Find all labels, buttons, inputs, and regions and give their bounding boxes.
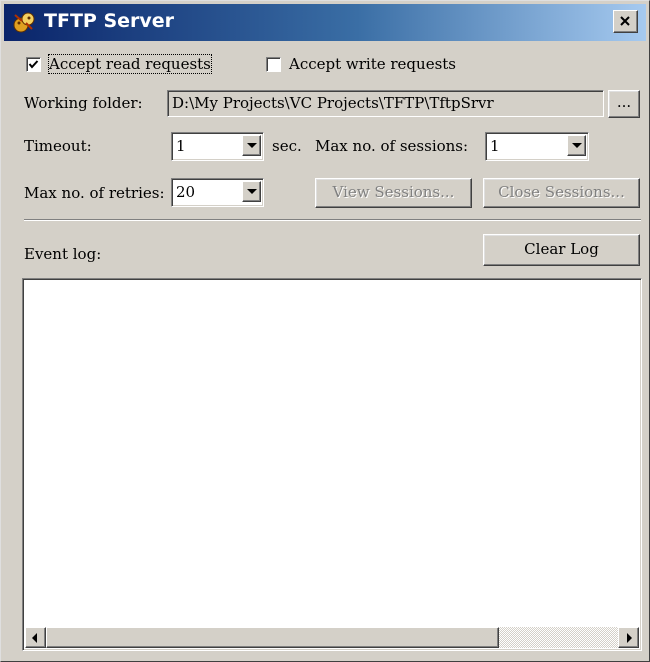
close-sessions-button[interactable]: Close Sessions... — [483, 178, 640, 208]
timeout-combo[interactable]: 1 — [171, 132, 264, 161]
scrollbar-thumb[interactable] — [46, 627, 499, 648]
max-retries-combo[interactable]: 20 — [171, 178, 264, 207]
view-sessions-button[interactable]: View Sessions... — [315, 178, 472, 208]
timeout-dropdown-button[interactable] — [242, 135, 261, 156]
working-folder-field[interactable]: D:\My Projects\VC Projects\TFTP\TftpSrvr — [167, 90, 604, 117]
max-sessions-dropdown-button[interactable] — [567, 135, 586, 156]
timeout-unit: sec. — [272, 137, 302, 155]
chevron-down-icon — [247, 189, 257, 194]
working-folder-label: Working folder: — [24, 94, 143, 112]
clear-log-button[interactable]: Clear Log — [483, 234, 640, 266]
working-folder-value: D:\My Projects\VC Projects\TFTP\TftpSrvr — [172, 94, 494, 112]
tftp-server-window: TFTP Server Accept read requests Accept … — [0, 0, 650, 662]
browse-folder-button[interactable]: ... — [608, 90, 640, 118]
arrow-right-icon — [627, 633, 632, 643]
scroll-right-button[interactable] — [618, 627, 639, 648]
scroll-left-button[interactable] — [25, 627, 46, 648]
scrollbar-track[interactable] — [46, 627, 618, 648]
event-log-list[interactable] — [22, 278, 642, 651]
chevron-down-icon — [572, 143, 582, 148]
tftp-app-icon — [13, 12, 35, 33]
accept-read-checkbox[interactable] — [26, 57, 41, 72]
close-icon — [620, 16, 630, 26]
timeout-label: Timeout: — [24, 137, 92, 155]
max-sessions-value: 1 — [490, 137, 500, 155]
close-button[interactable] — [613, 10, 638, 33]
accept-read-label[interactable]: Accept read requests — [48, 54, 212, 74]
max-retries-dropdown-button[interactable] — [242, 181, 261, 202]
chevron-down-icon — [247, 143, 257, 148]
max-retries-value: 20 — [176, 183, 196, 201]
title-bar[interactable]: TFTP Server — [4, 4, 646, 41]
event-log-label: Event log: — [24, 245, 102, 263]
timeout-value: 1 — [176, 137, 186, 155]
max-retries-label: Max no. of retries: — [24, 184, 165, 202]
separator — [24, 219, 641, 221]
arrow-left-icon — [32, 633, 37, 643]
browse-folder-label: ... — [616, 93, 632, 111]
checkmark-icon — [28, 60, 39, 69]
max-sessions-combo[interactable]: 1 — [485, 132, 589, 161]
accept-write-label[interactable]: Accept write requests — [289, 55, 456, 73]
window-title: TFTP Server — [44, 10, 175, 32]
accept-write-checkbox[interactable] — [266, 57, 281, 72]
max-sessions-label: Max no. of sessions: — [315, 137, 469, 155]
horizontal-scrollbar[interactable] — [25, 627, 639, 648]
